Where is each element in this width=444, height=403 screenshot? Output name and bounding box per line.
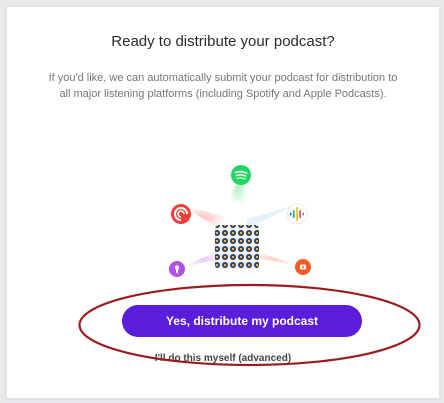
manual-distribution-link[interactable]: I'll do this myself (advanced) (7, 353, 439, 364)
platforms-illustration (169, 165, 311, 277)
distribution-dialog: Ready to distribute your podcast? If you… (6, 6, 440, 399)
castbox-icon (295, 259, 311, 275)
spotify-icon (231, 165, 251, 185)
google-podcasts-icon (286, 203, 308, 225)
distribute-podcast-button[interactable]: Yes, distribute my podcast (122, 305, 362, 337)
dialog-description: If you'd like, we can automatically subm… (48, 72, 398, 100)
apple-podcasts-icon (169, 261, 185, 277)
dialog-title: Ready to distribute your podcast? (111, 33, 335, 50)
pocket-casts-icon (171, 204, 191, 224)
podcast-cover-art (215, 225, 259, 269)
